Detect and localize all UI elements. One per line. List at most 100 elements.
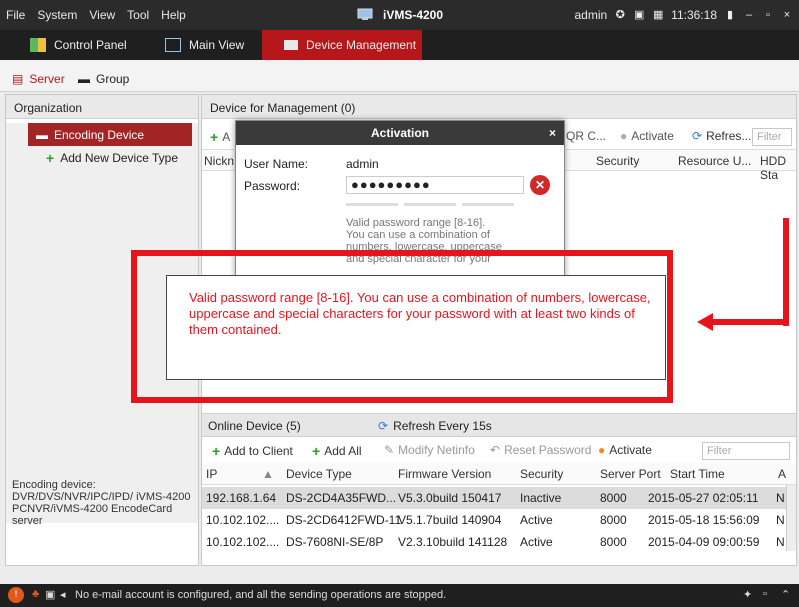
cell-start-time: 2015-04-09 09:00:59 (648, 535, 760, 549)
group-icon: ▬ (78, 72, 90, 86)
add-to-client-button[interactable]: + Add to Client (212, 443, 293, 459)
online-toolbar: + Add to Client + Add All ✎ Modify Netin… (202, 439, 796, 463)
subtab-server[interactable]: ▤ Server (12, 72, 65, 86)
modify-netinfo-button[interactable]: ✎ Modify Netinfo (384, 443, 475, 457)
col-hdd-status[interactable]: HDD Sta (760, 154, 796, 182)
close-icon[interactable]: × (781, 9, 793, 21)
app-title: iVMS-4200 (383, 8, 444, 22)
org-item-encoding-device-label: Encoding Device (54, 127, 145, 142)
org-item-encoding-device[interactable]: ▬ Encoding Device (28, 123, 192, 146)
col-device-type[interactable]: Device Type (286, 467, 352, 481)
online-device-header: Online Device (5) ⟳ Refresh Every 15s (202, 413, 796, 437)
tab-device-management[interactable]: Device Management (262, 30, 422, 60)
status-message: No e-mail account is configured, and all… (75, 589, 447, 601)
alert-icon[interactable]: ♣ (32, 588, 39, 600)
lock-screen-icon[interactable]: ▮ (724, 9, 736, 21)
alarm-icon[interactable]: ! (8, 587, 24, 603)
calendar-icon[interactable]: ▦ (652, 9, 664, 21)
menu-tool[interactable]: Tool (127, 8, 149, 22)
settings-icon[interactable]: ✪ (614, 9, 626, 21)
cell-ip: 192.168.1.64 (206, 491, 277, 505)
online-scrollbar[interactable] (786, 485, 796, 551)
col-resource-usage[interactable]: Resource U... (678, 154, 751, 168)
minimize-icon[interactable]: – (743, 9, 755, 21)
password-label: Password: (244, 179, 301, 193)
cell-port: 8000 (600, 491, 627, 505)
refresh-button[interactable]: ⟳ Refres... (692, 129, 751, 143)
tab-main-view[interactable]: Main View (155, 30, 255, 60)
table-row[interactable]: 10.102.102.... DS-2CD6412FWD-11 V5.1.7bu… (202, 509, 796, 531)
refresh-every-button[interactable]: ⟳ Refresh Every 15s (378, 419, 492, 433)
table-row[interactable]: 10.102.102.... DS-7608NI-SE/8P V2.3.10bu… (202, 531, 796, 553)
encoding-device-icon: ▬ (36, 127, 48, 142)
organization-header: Organization (6, 95, 198, 119)
col-firmware-version[interactable]: Firmware Version (398, 467, 491, 481)
callout-box: Valid password range [8-16]. You can use… (166, 275, 666, 380)
cell-ip: 10.102.102.... (206, 513, 280, 527)
expand-icon[interactable]: ⌃ (781, 588, 790, 601)
plus-icon: + (46, 149, 55, 166)
qr-code-button[interactable]: QR C... (566, 129, 606, 143)
menu-system[interactable]: System (37, 8, 77, 22)
control-panel-icon (30, 38, 46, 52)
cell-firmware: V5.3.0build 150417 (398, 491, 502, 505)
add-device-button[interactable]: + A (210, 129, 230, 145)
pin-icon[interactable]: ✦ (743, 588, 752, 601)
online-device-title: Online Device (5) (208, 419, 301, 433)
title-bar: File System View Tool Help iVMS-4200 adm… (0, 0, 799, 30)
message-icon[interactable]: ▣ (45, 588, 55, 601)
online-table-header: IP ▲ Device Type Firmware Version Securi… (202, 463, 796, 485)
menu-file[interactable]: File (6, 8, 25, 22)
device-panel-header: Device for Management (0) (202, 95, 796, 119)
window-icon[interactable]: ▫ (763, 588, 767, 600)
speaker-icon[interactable]: ◂ (60, 588, 66, 601)
organization-description: Encoding device: DVR/DVS/NVR/IPC/IPD/ iV… (12, 479, 191, 527)
menu-view[interactable]: View (89, 8, 115, 22)
strength-segment (462, 203, 514, 206)
strength-segment (346, 203, 398, 206)
add-all-button[interactable]: + Add All (312, 443, 362, 459)
online-filter-input[interactable]: Filter (702, 442, 790, 460)
edit-icon: ✎ (384, 443, 395, 457)
col-a[interactable]: A (778, 467, 786, 481)
col-nickname[interactable]: Nickn (204, 154, 234, 168)
lock-icon[interactable]: ▣ (633, 9, 645, 21)
password-field[interactable]: ●●●●●●●●● (346, 176, 524, 194)
menu-help[interactable]: Help (161, 8, 186, 22)
reset-password-label: Reset Password (504, 443, 592, 457)
device-filter-input[interactable]: Filter (752, 128, 792, 146)
clock-time: 11:36:18 (671, 8, 717, 22)
server-icon: ▤ (12, 72, 24, 86)
tab-control-panel[interactable]: Control Panel (20, 30, 150, 60)
maximize-icon[interactable]: ▫ (762, 9, 774, 21)
col-security[interactable]: Security (596, 154, 639, 168)
callout-arrow-head (697, 313, 713, 331)
cell-start-time: 2015-05-27 02:05:11 (648, 491, 759, 505)
subtab-group[interactable]: ▬ Group (78, 72, 129, 86)
online-activate-button[interactable]: ● Activate (598, 443, 652, 457)
org-item-add-label: Add New Device Type (60, 150, 179, 165)
module-tabs: Control Panel Main View Device Managemen… (0, 30, 799, 60)
col-security[interactable]: Security (520, 467, 563, 481)
table-row[interactable]: 192.168.1.64 DS-2CD4A35FWD... V5.3.0buil… (202, 487, 796, 509)
col-ip[interactable]: IP (206, 467, 217, 481)
sort-asc-icon[interactable]: ▲ (262, 467, 274, 481)
bulb-icon: ● (598, 443, 606, 457)
subtab-group-label: Group (96, 72, 130, 86)
error-icon: ✕ (530, 175, 550, 195)
col-server-port[interactable]: Server Port (600, 467, 661, 481)
dialog-close-icon[interactable]: × (549, 121, 556, 145)
col-start-time[interactable]: Start Time (670, 467, 725, 481)
org-item-add-new-device-type[interactable]: + Add New Device Type (6, 146, 198, 169)
cell-device-type: DS-7608NI-SE/8P (286, 535, 384, 549)
app-logo-icon (357, 8, 373, 20)
reset-password-button[interactable]: ↶ Reset Password (490, 443, 591, 457)
activate-button[interactable]: ● Activate (620, 129, 674, 143)
strength-segment (404, 203, 456, 206)
username-value: admin (346, 157, 379, 171)
activate-label: Activate (631, 129, 674, 143)
cell-port: 8000 (600, 513, 627, 527)
menu-bar: File System View Tool Help (6, 8, 186, 22)
dialog-title: Activation (370, 126, 429, 140)
add-all-label: Add All (324, 444, 362, 458)
